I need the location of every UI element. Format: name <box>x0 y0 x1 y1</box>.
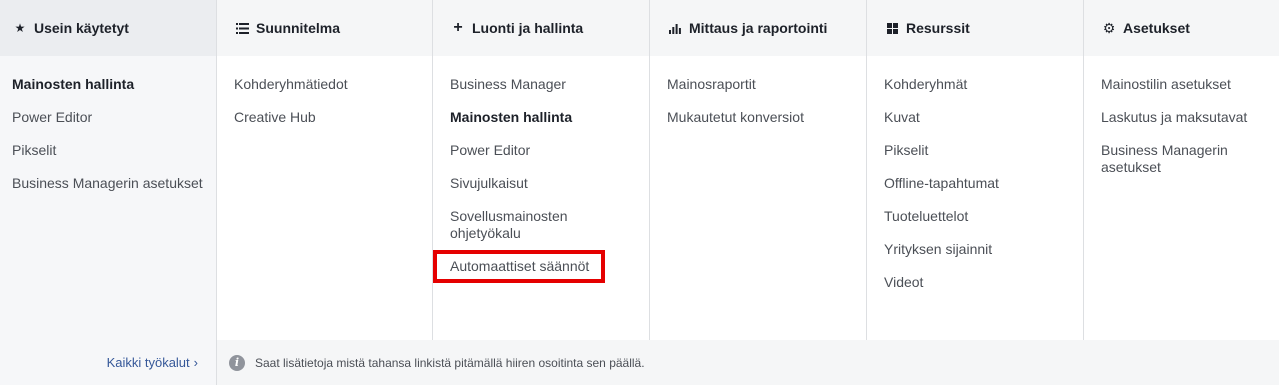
menu-item-billing-payment[interactable]: Laskutus ja maksutavat <box>1084 109 1279 126</box>
menu-item-audiences[interactable]: Kohderyhmät <box>867 76 1083 93</box>
menu-item-ad-account-settings[interactable]: Mainostilin asetukset <box>1084 76 1279 93</box>
menu-item-ads-manager[interactable]: Mainosten hallinta <box>433 109 649 126</box>
column-header: ★ Usein käytetyt <box>0 0 216 56</box>
menu-item-pixels[interactable]: Pikselit <box>0 142 216 159</box>
column-measure-report: Mittaus ja raportointi Mainosraportit Mu… <box>650 0 867 340</box>
column-title: Luonti ja hallinta <box>472 20 584 36</box>
star-icon: ★ <box>14 21 26 35</box>
column-header: Mittaus ja raportointi <box>650 0 866 56</box>
column-title: Mittaus ja raportointi <box>689 20 828 36</box>
item-list: Mainostilin asetukset Laskutus ja maksut… <box>1084 56 1279 176</box>
column-title: Suunnitelma <box>256 20 341 36</box>
plus-icon: + <box>453 19 463 36</box>
tools-menu: ★ Usein käytetyt Mainosten hallinta Powe… <box>0 0 1279 385</box>
item-list: Mainosraportit Mukautetut konversiot <box>650 56 866 126</box>
menu-item-custom-conversions[interactable]: Mukautetut konversiot <box>650 109 866 126</box>
column-title: Asetukset <box>1123 20 1190 36</box>
column-frequently-used: ★ Usein käytetyt Mainosten hallinta Powe… <box>0 0 217 340</box>
menu-item-ads-manager[interactable]: Mainosten hallinta <box>0 76 216 93</box>
info-bar: i Saat lisätietoja mistä tahansa linkist… <box>217 340 1279 385</box>
highlight-box <box>433 250 605 283</box>
column-title: Resurssit <box>906 20 970 36</box>
column-header: + Luonti ja hallinta <box>433 0 649 56</box>
menu-item-business-manager-settings[interactable]: Business Managerin asetukset <box>1084 142 1279 176</box>
menu-footer: Kaikki työkalut › i Saat lisätietoja mis… <box>0 340 1279 385</box>
menu-item-business-manager-settings[interactable]: Business Managerin asetukset <box>0 175 216 192</box>
menu-item-ads-reporting[interactable]: Mainosraportit <box>650 76 866 93</box>
column-header: Suunnitelma <box>217 0 432 56</box>
info-text: Saat lisätietoja mistä tahansa linkistä … <box>255 355 645 370</box>
menu-item-business-locations[interactable]: Yrityksen sijainnit <box>867 241 1083 258</box>
all-tools-label: Kaikki työkalut <box>106 355 190 370</box>
bar-chart-icon <box>667 23 683 34</box>
menu-item-audience-insights[interactable]: Kohderyhmätiedot <box>217 76 432 93</box>
info-icon: i <box>229 354 245 371</box>
column-plan: Suunnitelma Kohderyhmätiedot Creative Hu… <box>217 0 433 340</box>
column-create-manage: + Luonti ja hallinta Business Manager Ma… <box>433 0 650 340</box>
item-list: Kohderyhmät Kuvat Pikselit Offline-tapah… <box>867 56 1083 291</box>
grid-icon <box>884 22 900 34</box>
menu-item-product-catalogs[interactable]: Tuoteluettelot <box>867 208 1083 225</box>
all-tools-link[interactable]: Kaikki työkalut › <box>0 340 217 385</box>
item-list: Mainosten hallinta Power Editor Pikselit… <box>0 56 216 192</box>
column-assets: Resurssit Kohderyhmät Kuvat Pikselit Off… <box>867 0 1084 340</box>
chevron-right-icon: › <box>193 355 198 370</box>
column-header: ⚙ Asetukset <box>1084 0 1279 56</box>
menu-item-images[interactable]: Kuvat <box>867 109 1083 126</box>
menu-item-app-ads-helper[interactable]: Sovellusmainosten ohjetyökalu <box>433 208 649 242</box>
column-header: Resurssit <box>867 0 1083 56</box>
menu-item-offline-events[interactable]: Offline-tapahtumat <box>867 175 1083 192</box>
item-list: Kohderyhmätiedot Creative Hub <box>217 56 432 126</box>
menu-item-creative-hub[interactable]: Creative Hub <box>217 109 432 126</box>
menu-item-power-editor[interactable]: Power Editor <box>0 109 216 126</box>
item-list: Business Manager Mainosten hallinta Powe… <box>433 56 649 275</box>
menu-item-videos[interactable]: Videot <box>867 274 1083 291</box>
menu-item-power-editor[interactable]: Power Editor <box>433 142 649 159</box>
gear-icon: ⚙ <box>1102 19 1116 36</box>
list-icon <box>234 22 250 34</box>
menu-item-pixels[interactable]: Pikselit <box>867 142 1083 159</box>
column-settings: ⚙ Asetukset Mainostilin asetukset Laskut… <box>1084 0 1279 340</box>
menu-item-page-posts[interactable]: Sivujulkaisut <box>433 175 649 192</box>
column-title: Usein käytetyt <box>34 20 129 36</box>
menu-item-business-manager[interactable]: Business Manager <box>433 76 649 93</box>
